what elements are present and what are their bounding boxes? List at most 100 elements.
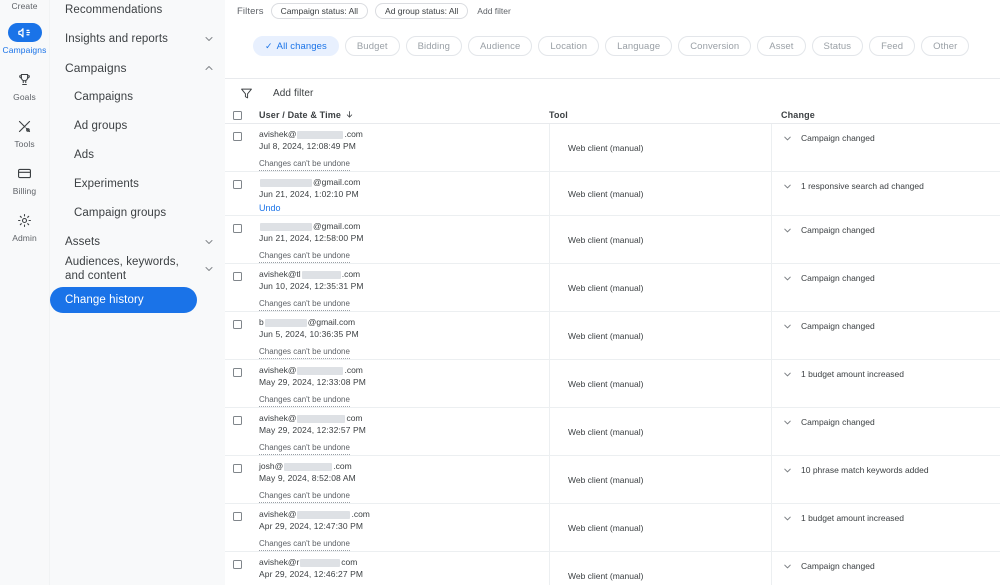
- cell-user-date-time: avishek@ com May 29, 2024, 12:32:57 PM Chan…: [259, 408, 549, 455]
- row-checkbox[interactable]: [233, 180, 242, 189]
- chip-conversion[interactable]: Conversion: [678, 36, 752, 56]
- nav-item-audiences-keywords-and-content[interactable]: Audiences, keywords, and content: [50, 255, 225, 283]
- expand-change-chevron-down-icon[interactable]: [782, 417, 793, 428]
- nav-label-insights-and-reports: Insights and reports: [65, 33, 169, 45]
- filter-chip-ad-group-status-label: Ad group status: All: [385, 6, 459, 16]
- expand-change-chevron-down-icon[interactable]: [782, 133, 793, 144]
- table-row[interactable]: avishek@ .com May 29, 2024, 12:33:08 PM Cha…: [225, 360, 1000, 408]
- filter-funnel-icon[interactable]: [240, 87, 253, 100]
- row-checkbox[interactable]: [233, 416, 242, 425]
- nav-item-experiments[interactable]: Experiments: [50, 174, 225, 194]
- rail-item-tools[interactable]: Tools: [0, 116, 50, 150]
- table-body: avishek@ .com Jul 8, 2024, 12:08:49 PM Chan…: [225, 124, 1000, 585]
- expand-change-chevron-down-icon[interactable]: [782, 225, 793, 236]
- expand-change-chevron-down-icon[interactable]: [782, 561, 793, 572]
- undo-unavailable-note: Changes can't be undone: [259, 346, 350, 359]
- undo-link[interactable]: Undo: [259, 201, 549, 215]
- nav-label-recommendations: Recommendations: [65, 4, 163, 16]
- row-checkbox[interactable]: [233, 560, 242, 569]
- rail-label-billing: Billing: [12, 186, 37, 196]
- nav-item-change-history[interactable]: Change history: [50, 287, 197, 313]
- table-row[interactable]: b @gmail.com Jun 5, 2024, 10:36:35 PM Chang…: [225, 312, 1000, 360]
- chip-budget[interactable]: Budget: [344, 36, 400, 56]
- user-email-suffix: com: [341, 557, 358, 567]
- row-checkbox[interactable]: [233, 224, 242, 233]
- rail-item-admin[interactable]: Admin: [0, 210, 50, 244]
- tools-icon: [8, 116, 42, 136]
- user-email-prefix: avishek@: [259, 129, 297, 139]
- nav-item-ads[interactable]: Ads: [50, 145, 225, 165]
- filter-chip-ad-group-status[interactable]: Ad group status: All: [375, 3, 469, 19]
- chip-feed[interactable]: Feed: [869, 36, 916, 56]
- nav-item-recommendations[interactable]: Recommendations: [50, 0, 225, 20]
- filter-chip-campaign-status[interactable]: Campaign status: All: [270, 3, 369, 19]
- expand-change-chevron-down-icon[interactable]: [782, 273, 793, 284]
- row-checkbox[interactable]: [233, 132, 242, 141]
- change-description: Campaign changed: [801, 133, 875, 143]
- row-checkbox[interactable]: [233, 368, 242, 377]
- chip-asset[interactable]: Asset: [757, 36, 806, 56]
- column-header-user-date-time[interactable]: User / Date & Time: [259, 110, 549, 121]
- row-checkbox[interactable]: [233, 464, 242, 473]
- column-header-user-date-time-label: User / Date & Time: [259, 110, 342, 120]
- table-toolbar: Add filter: [225, 79, 1000, 107]
- redacted-text: [300, 558, 341, 567]
- expand-change-chevron-down-icon[interactable]: [782, 513, 793, 524]
- redacted-text: [297, 366, 344, 375]
- rail-label-goals: Goals: [13, 92, 36, 102]
- cell-tool: Web client (manual): [549, 172, 771, 215]
- rail-item-create[interactable]: Create: [0, 0, 50, 12]
- expand-change-chevron-down-icon[interactable]: [782, 369, 793, 380]
- chip-other[interactable]: Other: [921, 36, 970, 56]
- expand-change-chevron-down-icon[interactable]: [782, 465, 793, 476]
- change-datetime: May 9, 2024, 8:52:08 AM: [259, 473, 356, 483]
- rail-item-billing[interactable]: Billing: [0, 163, 50, 197]
- table-row[interactable]: avishek@ com May 29, 2024, 12:32:57 PM Chan…: [225, 408, 1000, 456]
- user-email: avishek@r com: [259, 557, 549, 568]
- column-header-tool[interactable]: Tool: [549, 110, 771, 120]
- chip-asset-label: Asset: [769, 40, 794, 52]
- expand-change-chevron-down-icon[interactable]: [782, 321, 793, 332]
- nav-item-campaigns[interactable]: Campaigns: [50, 87, 225, 107]
- chip-status[interactable]: Status: [811, 36, 864, 56]
- table-row[interactable]: @gmail.com Jun 21, 2024, 1:02:10 PM Undo We…: [225, 172, 1000, 216]
- user-email: avishek@ .com: [259, 509, 549, 520]
- row-checkbox[interactable]: [233, 320, 242, 329]
- chip-language[interactable]: Language: [605, 36, 673, 56]
- add-filter-button[interactable]: Add filter: [273, 88, 313, 99]
- chip-location[interactable]: Location: [538, 36, 600, 56]
- cell-tool: Web client (manual): [549, 504, 771, 551]
- nav-item-campaigns-group[interactable]: Campaigns: [50, 58, 225, 78]
- table-row[interactable]: @gmail.com Jun 21, 2024, 12:58:00 PM Chang…: [225, 216, 1000, 264]
- redacted-text: [284, 462, 333, 471]
- table-row[interactable]: josh@ .com May 9, 2024, 8:52:08 AM Changes …: [225, 456, 1000, 504]
- nav-item-insights-and-reports[interactable]: Insights and reports: [50, 29, 225, 49]
- redacted-text: [264, 318, 307, 327]
- table-row[interactable]: avishek@tl .com Jun 10, 2024, 12:35:31 PM C…: [225, 264, 1000, 312]
- section-nav: Recommendations Insights and reports Cam…: [50, 0, 225, 585]
- nav-item-ad-groups[interactable]: Ad groups: [50, 116, 225, 136]
- user-email-suffix: @gmail.com: [313, 177, 361, 187]
- change-description: Campaign changed: [801, 225, 875, 235]
- select-all-checkbox[interactable]: [233, 110, 242, 120]
- cell-change: 10 phrase match keywords added: [771, 456, 1000, 503]
- add-filter-top-button[interactable]: Add filter: [475, 6, 511, 16]
- table-row[interactable]: avishek@ .com Apr 29, 2024, 12:47:30 PM Cha…: [225, 504, 1000, 552]
- table-row[interactable]: avishek@rcomApr 29, 2024, 12:46:27 PMCha…: [225, 552, 1000, 585]
- chip-audience[interactable]: Audience: [468, 36, 533, 56]
- row-checkbox[interactable]: [233, 272, 242, 281]
- row-checkbox[interactable]: [233, 512, 242, 521]
- chip-other-label: Other: [933, 40, 958, 52]
- chip-bidding[interactable]: Bidding: [405, 36, 462, 56]
- change-datetime: Apr 29, 2024, 12:46:27 PM: [259, 569, 364, 579]
- cell-user-date-time: b @gmail.com Jun 5, 2024, 10:36:35 PM Chang…: [259, 312, 549, 359]
- rail-item-goals[interactable]: Goals: [0, 69, 50, 103]
- column-header-change[interactable]: Change: [771, 110, 1000, 120]
- rail-item-campaigns[interactable]: Campaigns: [0, 23, 50, 56]
- expand-change-chevron-down-icon[interactable]: [782, 181, 793, 192]
- table-row[interactable]: avishek@ .com Jul 8, 2024, 12:08:49 PM Chan…: [225, 124, 1000, 172]
- chip-all-changes[interactable]: ✓ All changes: [253, 36, 339, 56]
- nav-item-assets[interactable]: Assets: [50, 232, 225, 252]
- nav-item-campaign-groups[interactable]: Campaign groups: [50, 203, 225, 223]
- redacted-text: [260, 178, 312, 187]
